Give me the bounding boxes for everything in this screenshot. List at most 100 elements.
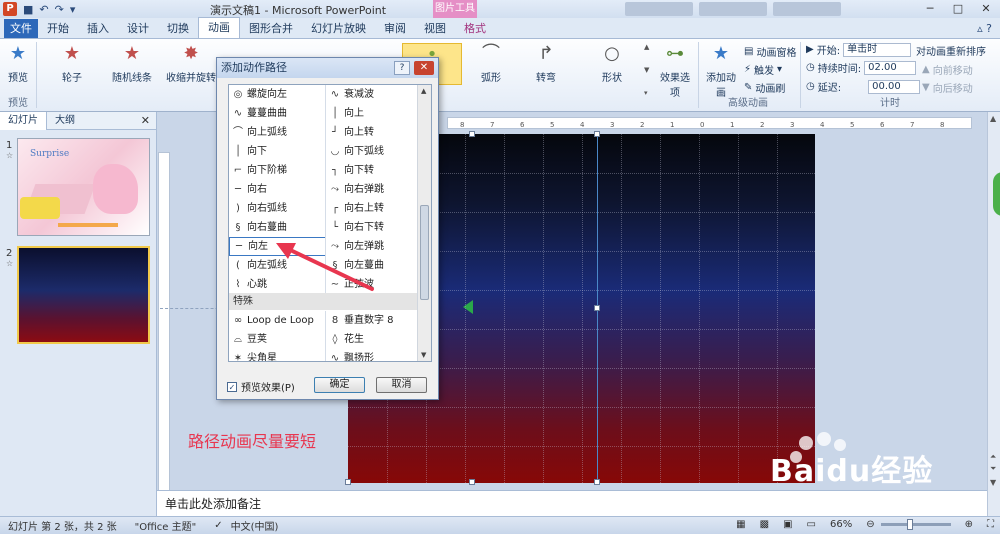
motion-path-item[interactable]: ⌓ 豆荚 xyxy=(229,330,326,349)
motion-path-item[interactable]: ┌ 向右上转 xyxy=(326,199,422,218)
cancel-button[interactable]: 取消 xyxy=(376,377,427,393)
maximize-button[interactable]: □ xyxy=(944,0,972,17)
motion-path-item[interactable]: ┐ 向下转 xyxy=(326,161,422,180)
slide-thumbnail-1[interactable]: Surprise xyxy=(17,138,150,236)
tab-file[interactable]: 文件 xyxy=(4,19,38,38)
reading-view-icon[interactable]: ▣ xyxy=(783,519,792,530)
effect-random-bars[interactable]: ★ 随机线条 xyxy=(108,43,156,84)
close-icon[interactable]: ✕ xyxy=(141,114,150,127)
effect-wheel[interactable]: ★ 轮子 xyxy=(50,43,94,84)
motion-path-item[interactable]: 8 垂直数字 8 xyxy=(326,311,422,330)
help-button[interactable]: ? xyxy=(394,61,410,75)
motion-path-item[interactable]: ✶ 尖角星 xyxy=(229,349,326,361)
spellcheck-icon[interactable]: ✓ xyxy=(214,520,222,531)
zoom-slider-knob[interactable] xyxy=(906,519,913,530)
gallery-up-icon[interactable]: ▲ xyxy=(644,43,653,51)
minimize-ribbon-icon[interactable]: ▵ xyxy=(977,22,983,35)
tab-view[interactable]: 视图 xyxy=(415,19,455,38)
scroll-down-icon[interactable]: ▼ xyxy=(990,478,996,487)
tab-home[interactable]: 开始 xyxy=(38,19,78,38)
motion-path-item[interactable]: ⤳ 向右弹跳 xyxy=(326,180,422,199)
move-earlier-button[interactable]: ▲ 向前移动 xyxy=(922,62,973,77)
motion-path-item[interactable]: ∿ 衰减波 xyxy=(326,85,422,104)
motion-path-item[interactable]: ∿ 蔓蔓曲曲 xyxy=(229,104,326,123)
zoom-in-icon[interactable]: ⊕ xyxy=(965,519,973,530)
resize-handle[interactable] xyxy=(469,131,475,137)
previous-slide-icon[interactable]: ⏶ xyxy=(990,452,996,462)
tab-slideshow[interactable]: 幻灯片放映 xyxy=(302,19,375,38)
scroll-down-icon[interactable]: ▼ xyxy=(421,351,426,359)
scroll-thumb[interactable] xyxy=(420,205,429,300)
slideshow-icon[interactable]: ▭ xyxy=(807,519,816,530)
slide-sorter-icon[interactable]: ▩ xyxy=(760,519,769,530)
zoom-slider[interactable] xyxy=(880,519,951,530)
list-scrollbar[interactable]: ▲ ▼ xyxy=(417,85,431,361)
tab-shape-merge[interactable]: 图形合并 xyxy=(240,19,302,38)
tab-transitions[interactable]: 切换 xyxy=(158,19,198,38)
tab-animations[interactable]: 动画 xyxy=(198,17,240,38)
resize-handle[interactable] xyxy=(594,131,600,137)
motion-path-item[interactable]: ∿ 飘扬形 xyxy=(326,349,422,361)
tab-slides[interactable]: 幻灯片 xyxy=(0,111,47,130)
gallery-more-icon[interactable]: ▾ xyxy=(644,89,653,97)
powerpoint-app-icon[interactable]: P xyxy=(3,2,17,16)
path-turn[interactable]: ↱ 转弯 xyxy=(528,43,564,84)
resize-handle[interactable] xyxy=(345,479,351,485)
effect-options-button[interactable]: ⊶ 效果选项 xyxy=(656,43,694,99)
zoom-level[interactable]: 66% xyxy=(830,519,852,530)
dialog-close-button[interactable]: ✕ xyxy=(414,61,434,75)
next-slide-icon[interactable]: ⏷ xyxy=(990,464,996,474)
duration-input[interactable]: 02.00 xyxy=(864,60,917,75)
zoom-out-icon[interactable]: ⊖ xyxy=(866,519,874,530)
path-shape[interactable]: ○ 形状 xyxy=(594,43,630,84)
checkbox-checked-icon[interactable]: ✓ xyxy=(227,381,237,392)
tab-design[interactable]: 设计 xyxy=(118,19,158,38)
motion-path-item[interactable]: ─ 向右 xyxy=(229,180,326,199)
theme-name[interactable]: "Office 主题" xyxy=(135,518,197,533)
animation-painter-button[interactable]: ✎ 动画刷 xyxy=(744,80,785,95)
tab-insert[interactable]: 插入 xyxy=(78,19,118,38)
motion-path-item[interactable]: │ 向下 xyxy=(229,142,326,161)
language[interactable]: 中文(中国) xyxy=(231,518,279,533)
help-icon[interactable]: ? xyxy=(986,22,992,35)
tab-format[interactable]: 格式 xyxy=(455,19,495,38)
motion-path-item[interactable]: ∞ Loop de Loop xyxy=(229,311,326,330)
qat-dropdown-icon[interactable]: ▾ xyxy=(70,3,76,16)
ok-button[interactable]: 确定 xyxy=(314,377,365,393)
motion-path-item[interactable]: ◡ 向下弧线 xyxy=(326,142,422,161)
side-widget-tab[interactable] xyxy=(993,172,1000,216)
preview-button[interactable]: ★ 预览 xyxy=(4,43,32,84)
path-arc[interactable]: ⌒ 弧形 xyxy=(474,43,508,84)
minimize-button[interactable]: ─ xyxy=(916,0,944,17)
resize-handle[interactable] xyxy=(469,479,475,485)
motion-path-item[interactable]: ) 向右弧线 xyxy=(229,199,326,218)
slide-thumbnail-2[interactable] xyxy=(17,246,150,344)
start-select[interactable]: 单击时 xyxy=(843,42,912,57)
add-animation-button[interactable]: ★ 添加动画 xyxy=(702,43,740,99)
tab-outline[interactable]: 大纲 xyxy=(47,112,83,130)
editor-vertical-scrollbar[interactable]: ▲ ⏶ ⏷ ▼ xyxy=(987,112,1000,516)
motion-path-item[interactable]: ┘ 向上转 xyxy=(326,123,422,142)
motion-path-item[interactable]: ⌐ 向下阶梯 xyxy=(229,161,326,180)
effect-shrink-spin[interactable]: ✸ 收缩并旋转 xyxy=(166,43,216,84)
save-icon[interactable]: ■ xyxy=(23,3,33,16)
motion-path-item[interactable]: ◊ 花生 xyxy=(326,330,422,349)
scroll-up-icon[interactable]: ▲ xyxy=(421,87,426,95)
normal-view-icon[interactable]: ▦ xyxy=(736,519,745,530)
resize-handle[interactable] xyxy=(594,479,600,485)
tab-review[interactable]: 审阅 xyxy=(375,19,415,38)
undo-icon[interactable]: ↶ xyxy=(39,3,48,16)
resize-handle[interactable] xyxy=(594,305,600,311)
motion-path-item[interactable]: ⌒ 向上弧线 xyxy=(229,123,326,142)
redo-icon[interactable]: ↷ xyxy=(55,3,64,16)
gallery-down-icon[interactable]: ▼ xyxy=(644,66,653,74)
animation-pane-button[interactable]: ▤ 动画窗格 xyxy=(744,44,796,59)
fit-slide-icon[interactable]: ⛶ xyxy=(987,519,994,530)
delay-input[interactable]: 00.00 xyxy=(868,79,921,94)
motion-path-item[interactable]: ◎ 螺旋向左 xyxy=(229,85,326,104)
motion-path-item[interactable]: │ 向上 xyxy=(326,104,422,123)
preview-effect-checkbox[interactable]: ✓ 预览效果(P) xyxy=(227,379,295,394)
gallery-scroll[interactable]: ▲ ▼ ▾ xyxy=(644,43,653,97)
trigger-button[interactable]: ⚡ 触发 ▾ xyxy=(744,62,782,77)
close-window-button[interactable]: ✕ xyxy=(972,0,1000,17)
